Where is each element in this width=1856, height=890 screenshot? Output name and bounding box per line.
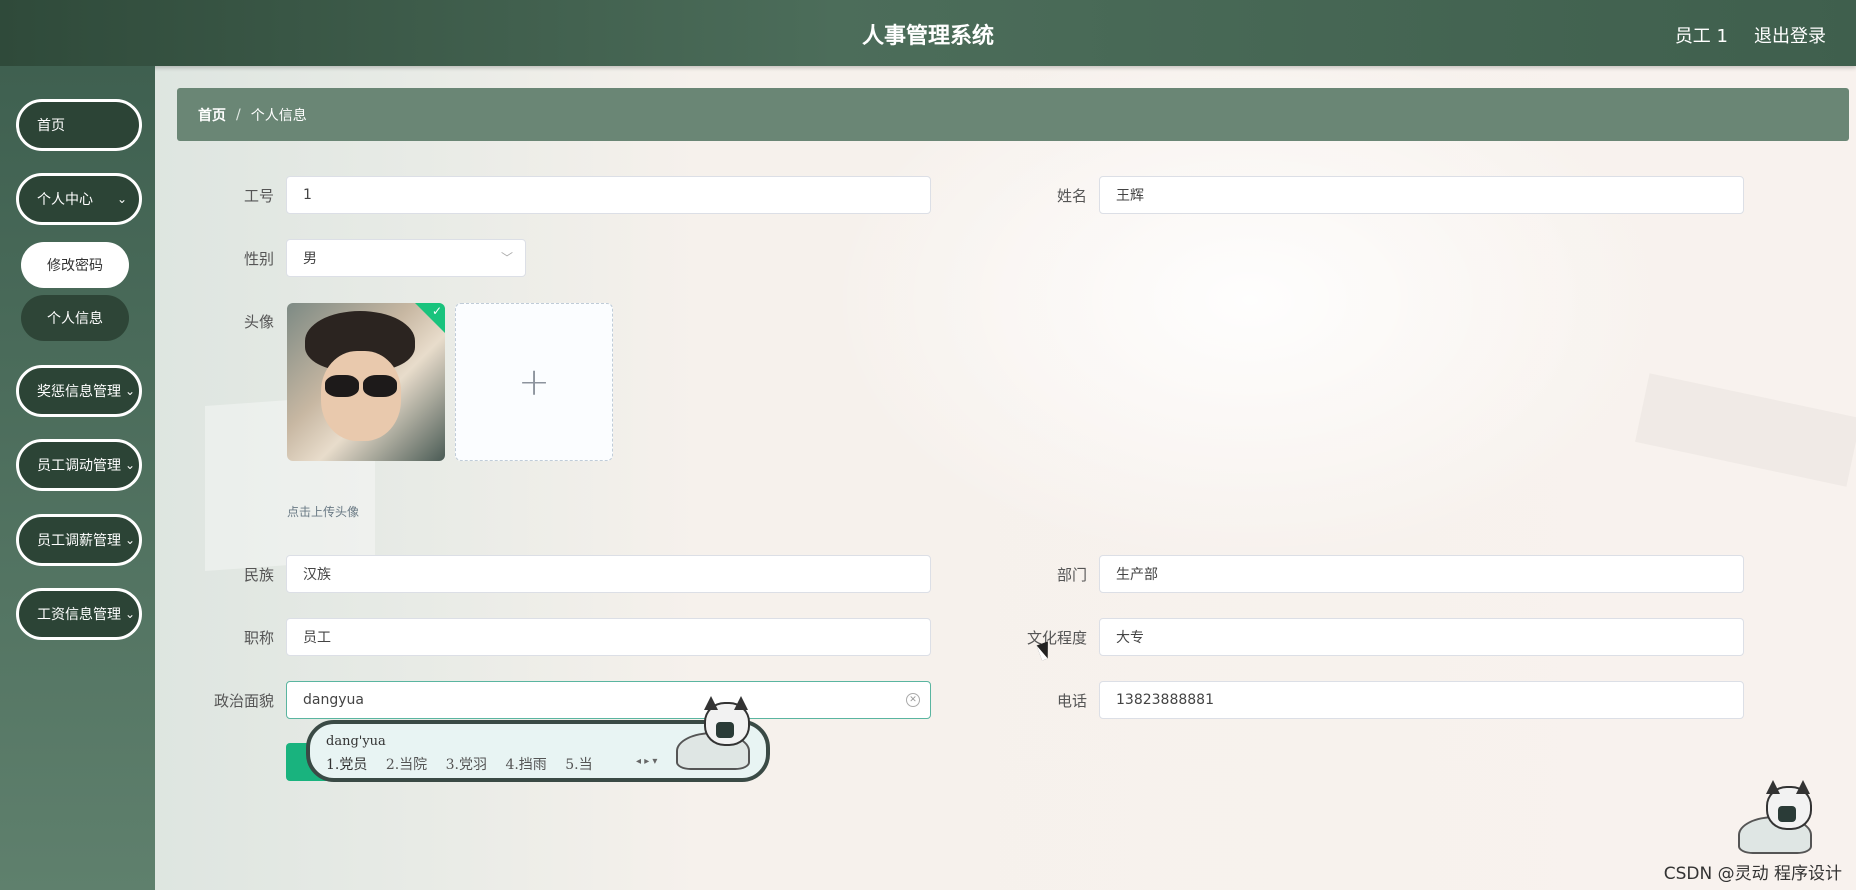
department-input[interactable]: 生产部 <box>1099 555 1744 593</box>
floating-mascot-icon[interactable] <box>1738 780 1848 856</box>
input-value: 男 <box>303 251 317 267</box>
avatar-image[interactable]: ✓ <box>287 303 445 461</box>
job-title-input[interactable]: 员工 <box>286 618 931 656</box>
avatar-upload-button[interactable]: + <box>455 303 613 461</box>
input-value: 1 <box>303 187 312 203</box>
political-status-input[interactable]: dangyua ✕ <box>286 681 931 719</box>
field-label: 部门 <box>1056 566 1087 584</box>
field-label: 头像 <box>243 313 274 331</box>
chevron-down-icon: ⌄ <box>124 533 135 547</box>
plus-icon: + <box>518 360 550 404</box>
chevron-down-icon: ⌄ <box>124 458 135 472</box>
sidebar-item-label: 员工调动管理 <box>37 458 121 474</box>
sidebar-item-label: 首页 <box>37 118 65 134</box>
sidebar-item-label: 工资信息管理 <box>37 607 121 623</box>
ethnicity-input[interactable]: 汉族 <box>286 555 931 593</box>
logout-link[interactable]: 退出登录 <box>1754 22 1826 48</box>
clear-icon[interactable]: ✕ <box>906 693 920 707</box>
input-value: 员工 <box>303 630 331 646</box>
ime-candidate[interactable]: 4.挡雨 <box>505 757 546 773</box>
sidebar-item-rewards[interactable]: 奖惩信息管理 ⌄ <box>16 365 142 417</box>
sidebar-item-personal-center[interactable]: 个人中心 ⌄ <box>16 173 142 225</box>
upload-tip: 点击上传头像 <box>287 505 360 519</box>
sidebar-subitem-personal-info[interactable]: 个人信息 <box>21 295 129 341</box>
check-icon: ✓ <box>431 304 442 318</box>
field-label: 姓名 <box>1056 187 1087 205</box>
ime-mascot-icon <box>676 696 756 772</box>
ime-page-arrows-icon[interactable]: ◂ ▸ ▾ <box>636 756 657 767</box>
ime-candidate[interactable]: 3.党羽 <box>446 757 487 773</box>
current-user: 员工 1 <box>1674 26 1728 47</box>
sidebar-subitem-change-password[interactable]: 修改密码 <box>21 242 129 288</box>
phone-input[interactable]: 13823888881 <box>1099 681 1744 719</box>
field-label: 电话 <box>1056 692 1087 710</box>
input-value: 王辉 <box>1116 188 1144 204</box>
sidebar-subitem-label: 个人信息 <box>47 311 103 327</box>
app-title: 人事管理系统 <box>861 24 994 49</box>
chevron-down-icon: ﹀ <box>500 251 513 265</box>
field-label: 民族 <box>243 566 274 584</box>
input-value: 大专 <box>1116 630 1144 646</box>
chevron-down-icon: ⌄ <box>124 607 135 621</box>
field-label: 职称 <box>243 629 274 647</box>
name-input[interactable]: 王辉 <box>1099 176 1744 214</box>
education-input[interactable]: 大专 <box>1099 618 1744 656</box>
ime-candidate-popup: dang'yua 1.党员 2.当院 3.党羽 4.挡雨 5.当 ◂ ▸ ▾ <box>306 696 770 782</box>
avatar-detail <box>325 375 401 399</box>
sidebar-item-label: 个人中心 <box>37 192 93 208</box>
chevron-down-icon: ⌄ <box>116 192 127 206</box>
sidebar-item-transfers[interactable]: 员工调动管理 ⌄ <box>16 439 142 491</box>
ime-candidate[interactable]: 2.当院 <box>386 757 427 773</box>
ime-candidate-list: 1.党员 2.当院 3.党羽 4.挡雨 5.当 <box>326 754 607 774</box>
field-label: 政治面貌 <box>213 692 274 710</box>
breadcrumb: 首页 / 个人信息 <box>177 88 1849 141</box>
field-label: 性别 <box>243 250 274 268</box>
gender-select[interactable]: 男 ﹀ <box>286 239 526 277</box>
sidebar-subitem-label: 修改密码 <box>47 258 103 274</box>
sidebar-item-label: 奖惩信息管理 <box>37 384 121 400</box>
input-value: 生产部 <box>1116 567 1158 583</box>
field-label: 工号 <box>243 187 274 205</box>
sidebar-item-payroll[interactable]: 工资信息管理 ⌄ <box>16 588 142 640</box>
input-value: 13823888881 <box>1116 692 1214 708</box>
ime-composition: dang'yua <box>326 734 386 749</box>
top-header: 人事管理系统 员工 1 退出登录 <box>0 0 1856 66</box>
breadcrumb-home[interactable]: 首页 <box>198 105 226 125</box>
input-value: 汉族 <box>303 567 331 583</box>
job-no-input[interactable]: 1 <box>286 176 931 214</box>
breadcrumb-current: 个人信息 <box>250 107 307 124</box>
ime-candidate[interactable]: 5.当 <box>565 757 592 773</box>
chevron-down-icon: ⌄ <box>124 384 135 398</box>
input-value: dangyua <box>303 692 364 708</box>
sidebar-item-home[interactable]: 首页 <box>16 99 142 151</box>
sidebar-item-salary-adjust[interactable]: 员工调薪管理 ⌄ <box>16 514 142 566</box>
ime-candidate[interactable]: 1.党员 <box>326 757 367 773</box>
breadcrumb-separator: / <box>236 106 241 123</box>
sidebar-item-label: 员工调薪管理 <box>37 533 121 549</box>
watermark: CSDN @灵动 程序设计 <box>1663 864 1842 884</box>
